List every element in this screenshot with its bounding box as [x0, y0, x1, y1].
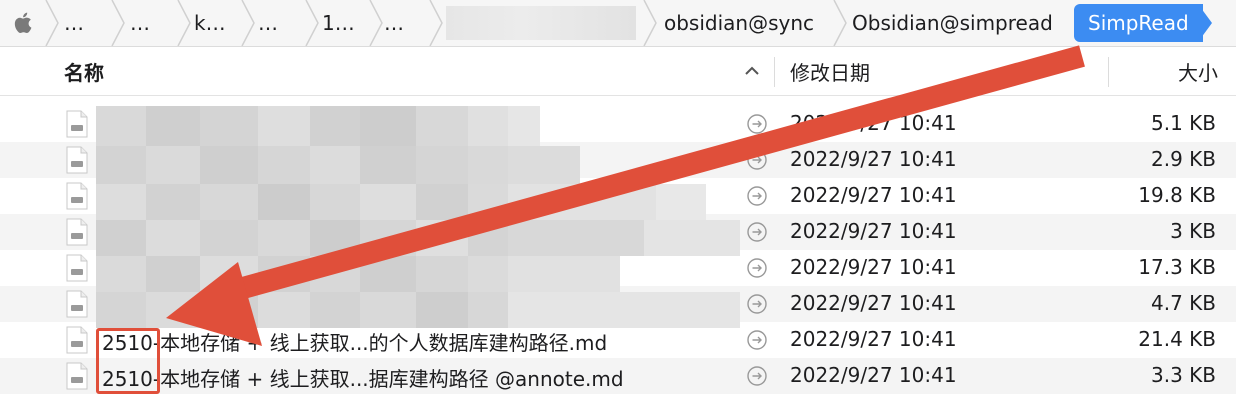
- file-size: 4.7 KB: [1151, 291, 1216, 315]
- redacted-breadcrumb-item[interactable]: [446, 6, 636, 40]
- markdown-file-icon: [66, 146, 88, 174]
- markdown-file-icon: [66, 110, 88, 138]
- column-name-header[interactable]: 名称: [64, 57, 104, 86]
- file-date: 2022/9/27 10:41: [790, 219, 957, 243]
- column-divider[interactable]: [774, 57, 775, 87]
- breadcrumb-separator-icon: [305, 0, 319, 46]
- breadcrumb-separator-icon: [833, 0, 847, 46]
- sort-ascending-icon[interactable]: [742, 59, 762, 83]
- file-date: 2022/9/27 10:41: [790, 183, 957, 207]
- file-date: 2022/9/27 10:41: [790, 363, 957, 387]
- go-to-arrow-icon[interactable]: [746, 365, 768, 387]
- go-to-arrow-icon[interactable]: [746, 329, 768, 351]
- go-to-arrow-icon[interactable]: [746, 221, 768, 243]
- annotation-highlight-box: [96, 328, 160, 394]
- go-to-arrow-icon[interactable]: [746, 113, 768, 135]
- breadcrumb-item[interactable]: …: [130, 0, 150, 46]
- column-date-header[interactable]: 修改日期: [790, 57, 870, 86]
- file-size: 21.4 KB: [1138, 327, 1216, 351]
- markdown-file-icon: [66, 182, 88, 210]
- file-size: 5.1 KB: [1151, 111, 1216, 135]
- markdown-file-icon: [66, 290, 88, 318]
- breadcrumb-current-tip: [1198, 4, 1212, 42]
- breadcrumb-separator-icon: [45, 0, 59, 46]
- markdown-file-icon: [66, 326, 88, 354]
- breadcrumb-separator-icon: [111, 0, 125, 46]
- apple-icon[interactable]: [12, 10, 36, 36]
- breadcrumb-separator-icon: [177, 0, 191, 46]
- breadcrumb-item[interactable]: 1…: [322, 0, 355, 46]
- column-divider[interactable]: [1108, 57, 1109, 87]
- file-row[interactable]: 2510-本地存储 + 线上获取...据库建构路径 @annote.md 202…: [0, 358, 1236, 394]
- breadcrumb-item-current[interactable]: SimpRead: [1074, 4, 1203, 42]
- file-name[interactable]: 2510-本地存储 + 线上获取...据库建构路径 @annote.md: [102, 363, 624, 392]
- go-to-arrow-icon[interactable]: [746, 185, 768, 207]
- breadcrumb-item[interactable]: …: [64, 0, 84, 46]
- file-date: 2022/9/27 10:41: [790, 327, 957, 351]
- breadcrumb-item[interactable]: …: [384, 0, 404, 46]
- markdown-file-icon: [66, 254, 88, 282]
- breadcrumb-item-sync[interactable]: obsidian@sync: [664, 0, 814, 46]
- file-date: 2022/9/27 10:41: [790, 291, 957, 315]
- breadcrumb-separator-icon: [643, 0, 657, 46]
- breadcrumb-separator-icon: [241, 0, 255, 46]
- file-date: 2022/9/27 10:41: [790, 255, 957, 279]
- file-size: 3 KB: [1170, 219, 1216, 243]
- file-size: 3.3 KB: [1151, 363, 1216, 387]
- go-to-arrow-icon[interactable]: [746, 257, 768, 279]
- breadcrumb-item-simpread[interactable]: Obsidian@simpread: [852, 0, 1053, 46]
- column-size-header[interactable]: 大小: [1178, 57, 1218, 86]
- file-date: 2022/9/27 10:41: [790, 147, 957, 171]
- breadcrumb-separator-icon: [369, 0, 383, 46]
- column-header: 名称 修改日期 大小: [0, 47, 1236, 96]
- markdown-file-icon: [66, 218, 88, 246]
- file-size: 2.9 KB: [1151, 147, 1216, 171]
- breadcrumb-separator-icon: [429, 0, 443, 46]
- breadcrumb-item[interactable]: k…: [194, 0, 226, 46]
- file-date: 2022/9/27 10:41: [790, 111, 957, 135]
- redaction-mosaic: [96, 106, 740, 328]
- markdown-file-icon: [66, 362, 88, 390]
- breadcrumb-item[interactable]: …: [258, 0, 278, 46]
- go-to-arrow-icon[interactable]: [746, 149, 768, 171]
- path-bar: … … k… … 1… … obsidian@sync Obsidian@sim…: [0, 0, 1236, 47]
- file-name[interactable]: 2510-本地存储 + 线上获取...的个人数据库建构路径.md: [102, 327, 607, 356]
- file-size: 19.8 KB: [1138, 183, 1216, 207]
- file-size: 17.3 KB: [1138, 255, 1216, 279]
- go-to-arrow-icon[interactable]: [746, 293, 768, 315]
